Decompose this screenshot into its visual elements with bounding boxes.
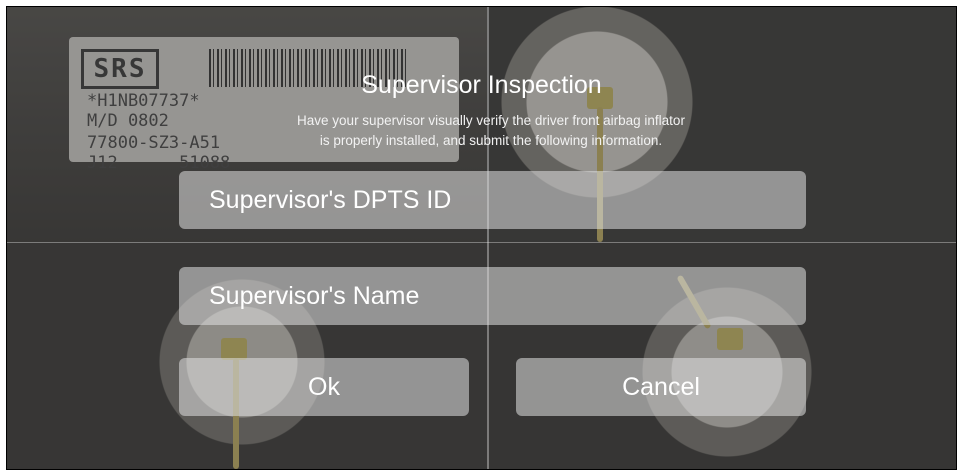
supervisor-dpts-id-input[interactable]: Supervisor's DPTS ID <box>179 171 806 229</box>
supervisor-dpts-id-placeholder: Supervisor's DPTS ID <box>209 186 452 214</box>
supervisor-name-placeholder: Supervisor's Name <box>209 282 420 310</box>
cancel-button[interactable]: Cancel <box>516 358 806 416</box>
panel-divider-horizontal <box>7 242 956 243</box>
ok-button[interactable]: Ok <box>179 358 469 416</box>
app-screen: SRS *H1NB07737* M/D 0802 77800-SZ3-A51 J… <box>6 6 957 470</box>
dialog-title: Supervisor Inspection <box>361 71 602 99</box>
supervisor-name-input[interactable]: Supervisor's Name <box>179 267 806 325</box>
dialog-message-line-1: Have your supervisor visually verify the… <box>297 113 685 128</box>
dialog-message-line-2: is properly installed, and submit the fo… <box>319 133 663 148</box>
dialog-message: Have your supervisor visually verify the… <box>266 111 716 151</box>
